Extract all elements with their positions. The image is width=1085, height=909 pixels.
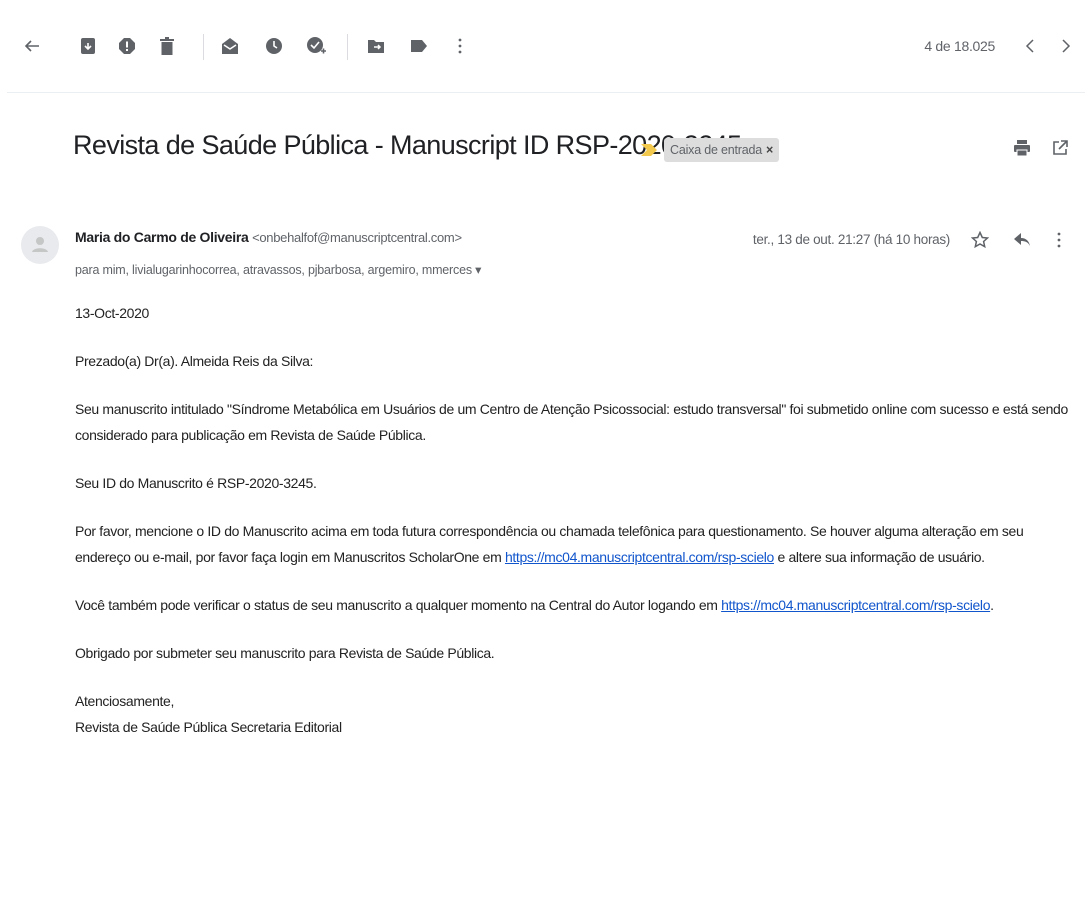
delete-icon[interactable] xyxy=(157,36,177,56)
message-count: 4 de 18.025 xyxy=(924,38,995,54)
archive-icon[interactable] xyxy=(78,36,98,56)
body-greeting: Prezado(a) Dr(a). Almeida Reis da Silva: xyxy=(75,353,314,369)
open-in-new-window-icon[interactable] xyxy=(1050,138,1070,158)
author-center-link[interactable]: https://mc04.manuscriptcentral.com/rsp-s… xyxy=(721,597,990,613)
print-icon[interactable] xyxy=(1012,138,1032,158)
toolbar-divider-line xyxy=(7,92,1085,93)
toolbar: 4 de 18.025 xyxy=(0,0,1085,92)
body-paragraph: Por favor, mencione o ID do Manuscrito a… xyxy=(75,518,1075,570)
body-paragraph: Você também pode verificar o status de s… xyxy=(75,592,1075,618)
toolbar-divider xyxy=(203,34,204,60)
report-spam-icon[interactable] xyxy=(117,36,137,56)
body-text: . xyxy=(990,597,994,613)
body-paragraph: Seu ID do Manuscrito é RSP-2020-3245. xyxy=(75,475,317,491)
body-signature: Revista de Saúde Pública Secretaria Edit… xyxy=(75,719,342,735)
body-date: 13-Oct-2020 xyxy=(75,305,149,321)
older-chevron-icon[interactable] xyxy=(1056,36,1076,56)
sender-name[interactable]: Maria do Carmo de Oliveira xyxy=(75,229,249,245)
label-chip-inbox: Caixa de entrada × xyxy=(664,138,780,162)
back-arrow-icon[interactable] xyxy=(22,36,42,56)
snooze-icon[interactable] xyxy=(264,36,284,56)
newer-chevron-icon[interactable] xyxy=(1020,36,1040,56)
more-options-icon[interactable] xyxy=(1049,230,1069,250)
message-body: 13-Oct-2020 Prezado(a) Dr(a). Almeida Re… xyxy=(75,300,1075,740)
sender: Maria do Carmo de Oliveira <onbehalfof@m… xyxy=(75,229,462,245)
body-paragraph: Obrigado por submeter seu manuscrito par… xyxy=(75,645,495,661)
star-icon[interactable] xyxy=(970,230,990,250)
recipients-dropdown[interactable]: para mim, livialugarinhocorrea, atravass… xyxy=(75,262,481,277)
message-date: ter., 13 de out. 21:27 (há 10 horas) xyxy=(752,232,950,247)
label-chip-text: Caixa de entrada xyxy=(670,143,763,157)
important-marker-icon[interactable] xyxy=(641,143,657,161)
remove-label-button[interactable]: × xyxy=(766,143,773,157)
add-to-tasks-icon[interactable] xyxy=(306,36,326,56)
avatar[interactable] xyxy=(21,226,59,264)
move-to-icon[interactable] xyxy=(366,36,386,56)
label-icon[interactable] xyxy=(409,36,429,56)
body-text: e altere sua informação de usuário. xyxy=(773,549,986,565)
mark-unread-icon[interactable] xyxy=(220,36,240,56)
reply-icon[interactable] xyxy=(1012,230,1032,250)
toolbar-divider xyxy=(347,34,348,60)
body-paragraph: Seu manuscrito intitulado "Síndrome Meta… xyxy=(75,401,1068,443)
body-closing: Atenciosamente, xyxy=(75,693,175,709)
scholarone-link[interactable]: https://mc04.manuscriptcentral.com/rsp-s… xyxy=(505,549,774,565)
sender-email: <onbehalfof@manuscriptcentral.com> xyxy=(252,230,462,245)
body-text: Você também pode verificar o status de s… xyxy=(75,597,722,613)
more-vert-icon[interactable] xyxy=(450,36,470,56)
